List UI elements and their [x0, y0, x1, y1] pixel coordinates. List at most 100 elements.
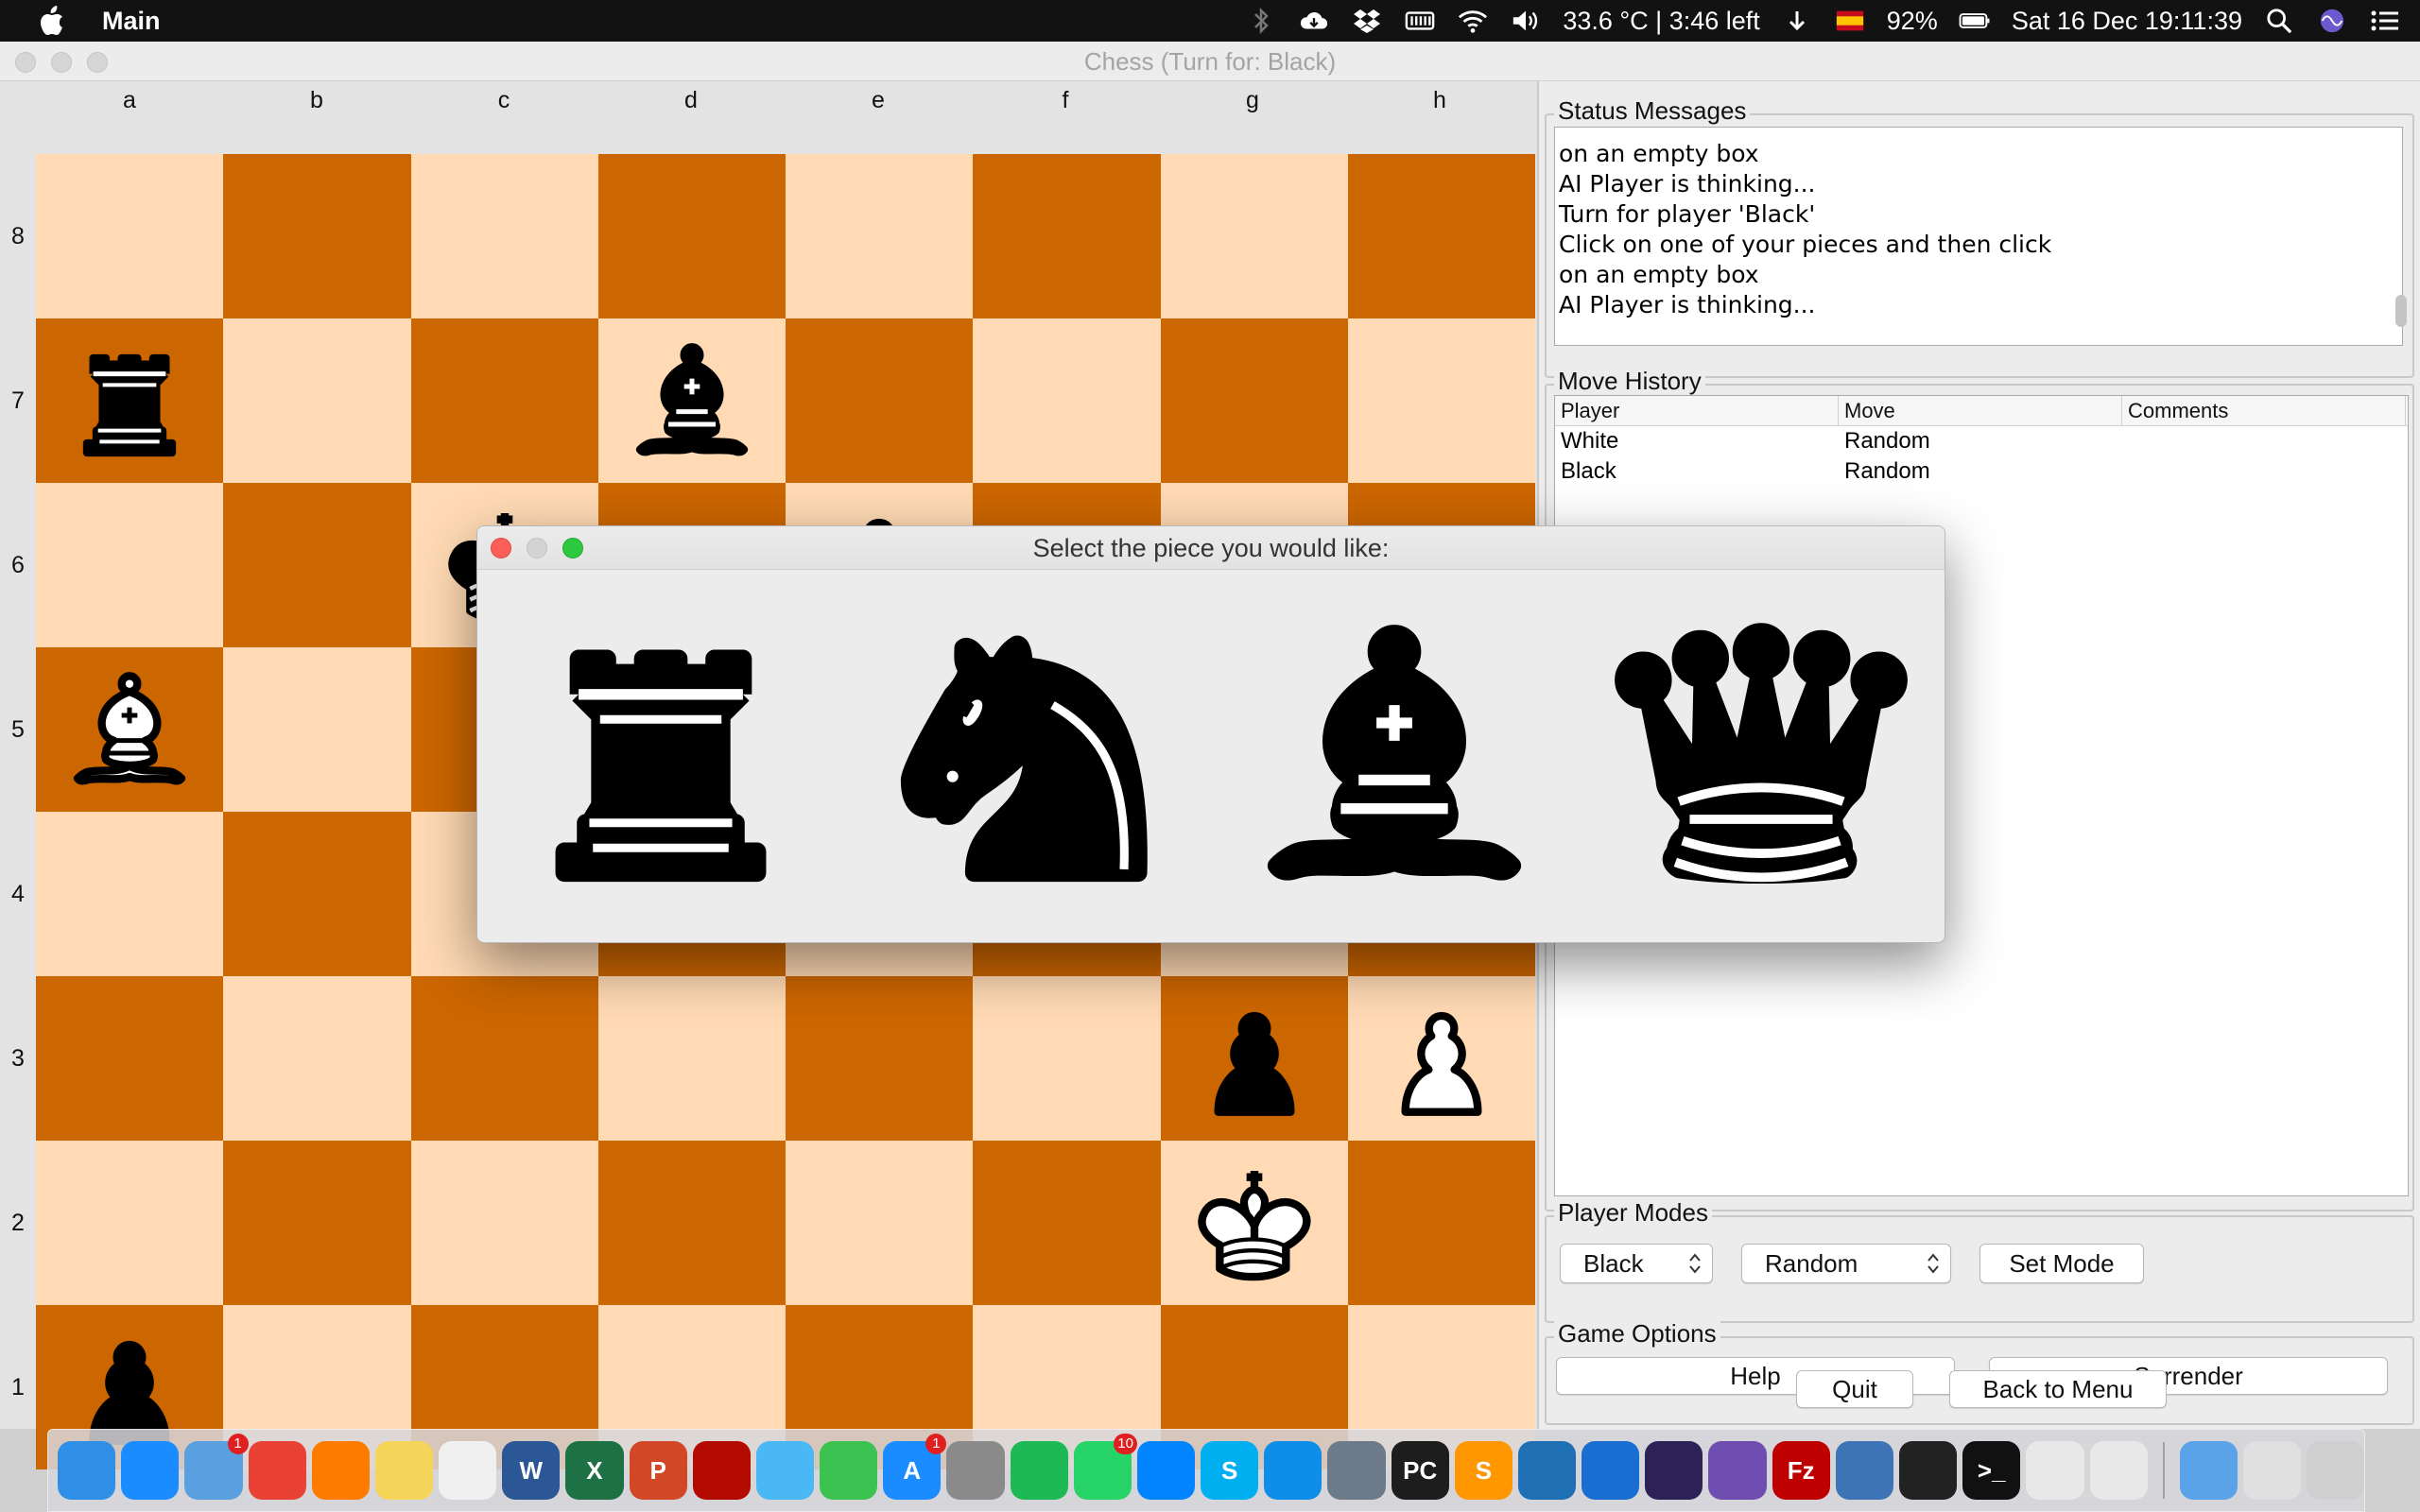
- dock-terminal-icon[interactable]: >_: [1962, 1441, 2021, 1500]
- square-h3[interactable]: [1347, 976, 1535, 1141]
- dock-spotify-icon[interactable]: [1010, 1441, 1068, 1500]
- square-f7[interactable]: [973, 318, 1161, 483]
- square-b2[interactable]: [223, 1141, 411, 1305]
- square-d2[interactable]: [597, 1141, 786, 1305]
- square-a6[interactable]: [36, 483, 224, 647]
- dock-acrobat-icon[interactable]: [692, 1441, 751, 1500]
- square-h7[interactable]: [1347, 318, 1535, 483]
- dock-trash-icon[interactable]: [2306, 1441, 2365, 1500]
- square-a8[interactable]: [36, 154, 224, 318]
- dock-java-2-icon[interactable]: [2089, 1441, 2148, 1500]
- app-name[interactable]: Main: [102, 7, 161, 36]
- black-pawn-icon[interactable]: [1179, 983, 1330, 1134]
- dock-github-icon[interactable]: [1708, 1441, 1767, 1500]
- dock-word-icon[interactable]: W: [502, 1441, 561, 1500]
- apple-icon[interactable]: [38, 6, 64, 36]
- quit-button[interactable]: Quit: [1796, 1370, 1913, 1408]
- notification-center-icon[interactable]: [2369, 7, 2401, 35]
- dialog-minimize-button[interactable]: [527, 538, 547, 558]
- promote-rook-button[interactable]: [477, 570, 844, 942]
- siri-icon[interactable]: [2316, 7, 2348, 35]
- dock-excel-icon[interactable]: X: [565, 1441, 624, 1500]
- square-b3[interactable]: [223, 976, 411, 1141]
- square-d7[interactable]: [597, 318, 786, 483]
- black-bishop-icon[interactable]: [616, 325, 768, 476]
- dock-messenger-icon[interactable]: [1136, 1441, 1196, 1500]
- square-b8[interactable]: [223, 154, 411, 318]
- dock-filezilla-icon[interactable]: Fz: [1772, 1441, 1830, 1500]
- dock-xcode-icon[interactable]: [1582, 1441, 1640, 1500]
- square-a2[interactable]: [36, 1141, 224, 1305]
- promote-queen-button[interactable]: [1578, 570, 1945, 942]
- table-row[interactable]: White Random: [1555, 426, 2408, 456]
- status-messages-box[interactable]: on an empty box AI Player is thinking... T…: [1554, 127, 2403, 346]
- dialog-zoom-button[interactable]: [562, 538, 583, 558]
- status-scrollbar[interactable]: [2395, 295, 2407, 327]
- column-header-comments[interactable]: Comments: [2122, 396, 2406, 425]
- white-bishop-icon[interactable]: [54, 654, 205, 805]
- square-b7[interactable]: [223, 318, 411, 483]
- dock-notes-icon[interactable]: [374, 1441, 434, 1500]
- dock-eclipse-icon[interactable]: [1645, 1441, 1703, 1500]
- dock-finder-icon[interactable]: [58, 1441, 116, 1500]
- window-close-button[interactable]: [15, 52, 36, 73]
- dock-teamviewer-icon[interactable]: [1264, 1441, 1322, 1500]
- square-c8[interactable]: [410, 154, 598, 318]
- black-rook-icon[interactable]: [54, 325, 205, 476]
- square-g8[interactable]: [1160, 154, 1348, 318]
- square-g2[interactable]: [1160, 1141, 1348, 1305]
- volume-icon[interactable]: [1510, 7, 1542, 35]
- square-f3[interactable]: [973, 976, 1161, 1141]
- square-d3[interactable]: [597, 976, 786, 1141]
- square-e3[interactable]: [786, 976, 974, 1141]
- dock-pycharm-icon[interactable]: PC: [1391, 1441, 1449, 1500]
- cloud-icon[interactable]: [1298, 7, 1330, 35]
- square-e2[interactable]: [786, 1141, 974, 1305]
- column-header-player[interactable]: Player: [1555, 396, 1839, 425]
- promotion-dialog-titlebar[interactable]: Select the piece you would like:: [477, 526, 1945, 570]
- clock[interactable]: Sat 16 Dec 19:11:39: [2012, 7, 2242, 36]
- square-h2[interactable]: [1347, 1141, 1535, 1305]
- player-select[interactable]: Black: [1560, 1244, 1713, 1283]
- square-e8[interactable]: [786, 154, 974, 318]
- square-a5[interactable]: [36, 647, 224, 812]
- window-titlebar[interactable]: Chess (Turn for: Black): [0, 42, 2420, 81]
- dock-utility-icon[interactable]: [1327, 1441, 1386, 1500]
- square-a7[interactable]: [36, 318, 224, 483]
- dock-firefox-icon[interactable]: [311, 1441, 370, 1500]
- square-f8[interactable]: [973, 154, 1161, 318]
- square-b6[interactable]: [223, 483, 411, 647]
- square-g3[interactable]: [1160, 976, 1348, 1141]
- square-b5[interactable]: [223, 647, 411, 812]
- table-row[interactable]: Black Random: [1555, 456, 2408, 487]
- dock-textedit-icon[interactable]: [439, 1441, 497, 1500]
- temperature-battery-time[interactable]: 33.6 °C | 3:46 left: [1563, 7, 1759, 36]
- square-a4[interactable]: [36, 812, 224, 976]
- square-h8[interactable]: [1347, 154, 1535, 318]
- dock-virtualbox-icon[interactable]: [1835, 1441, 1893, 1500]
- dock-sublime-text-icon[interactable]: S: [1454, 1441, 1512, 1500]
- dock-messages-icon[interactable]: [755, 1441, 815, 1500]
- wifi-icon[interactable]: [1457, 7, 1489, 35]
- mode-select[interactable]: Random: [1741, 1244, 1951, 1283]
- memory-icon[interactable]: [1404, 7, 1436, 35]
- dock-system-preferences-icon[interactable]: [946, 1441, 1005, 1500]
- dock-chrome-icon[interactable]: [248, 1441, 306, 1500]
- promote-bishop-button[interactable]: [1211, 570, 1578, 942]
- dock-java-icon[interactable]: [2026, 1441, 2084, 1500]
- bluetooth-icon[interactable]: [1245, 7, 1277, 35]
- dock-vs-code-icon[interactable]: [1517, 1441, 1577, 1500]
- white-king-icon[interactable]: [1179, 1147, 1330, 1298]
- white-pawn-icon[interactable]: [1366, 983, 1517, 1134]
- set-mode-button[interactable]: Set Mode: [1979, 1244, 2144, 1283]
- dock-mail-icon[interactable]: 1: [184, 1434, 249, 1500]
- back-to-menu-button[interactable]: Back to Menu: [1949, 1370, 2167, 1408]
- dock-powerpoint-icon[interactable]: P: [629, 1441, 687, 1500]
- battery-icon[interactable]: [1959, 7, 1991, 35]
- square-e7[interactable]: [786, 318, 974, 483]
- square-a3[interactable]: [36, 976, 224, 1141]
- square-f2[interactable]: [973, 1141, 1161, 1305]
- spotlight-icon[interactable]: [2263, 7, 2295, 35]
- square-b4[interactable]: [223, 812, 411, 976]
- flag-icon[interactable]: [1834, 7, 1866, 35]
